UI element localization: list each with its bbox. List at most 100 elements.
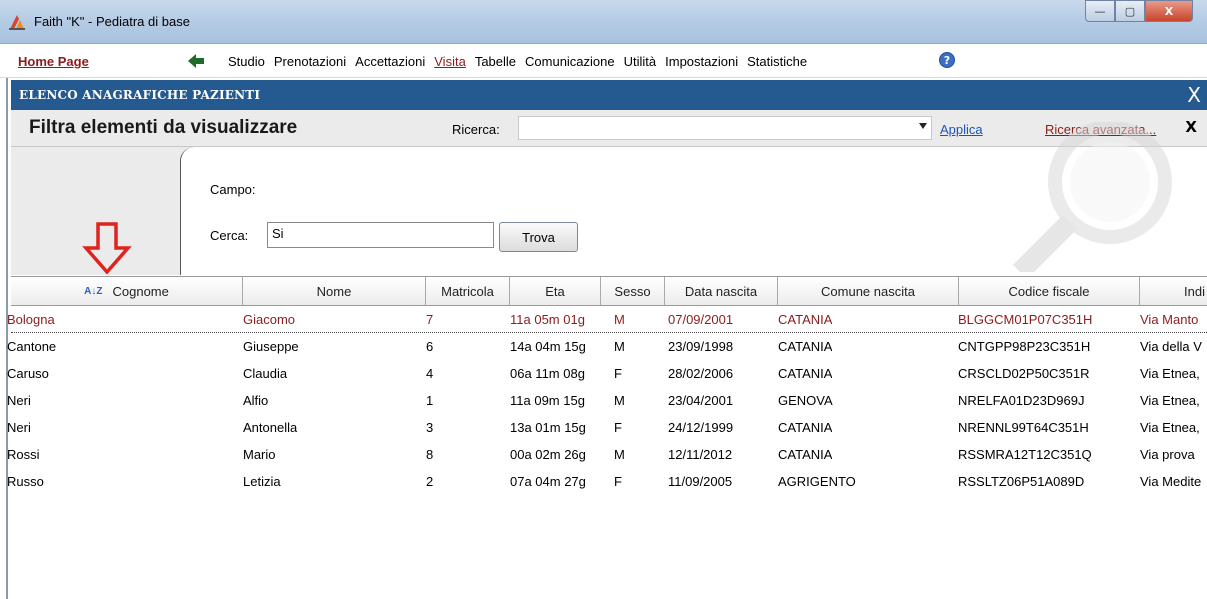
menu-item-tabelle[interactable]: Tabelle (475, 54, 516, 69)
cell-data-nascita: 11/09/2005 (668, 474, 733, 489)
trova-button[interactable]: Trova (499, 222, 578, 252)
cell-matricola: 8 (426, 447, 434, 462)
cerca-label: Cerca: (210, 228, 249, 243)
cell-matricola: 2 (426, 474, 434, 489)
cell-indirizzo: Via Medite (1140, 474, 1202, 489)
cell-indirizzo: Via Etnea, (1140, 420, 1200, 435)
cell-codice-fiscale: CNTGPP98P23C351H (958, 339, 1091, 354)
column-header-cognome[interactable]: A↓Z Cognome (11, 277, 243, 306)
column-header-matricola[interactable]: Matricola (426, 277, 510, 306)
table-header: A↓Z Cognome Nome Matricola Eta Sesso Dat… (11, 276, 1207, 306)
cell-data-nascita: 07/09/2001 (668, 312, 734, 327)
cell-comune-nascita: CATANIA (778, 366, 833, 381)
cell-sesso: M (614, 447, 625, 462)
cell-codice-fiscale: NRELFA01D23D969J (958, 393, 1085, 408)
minimize-button[interactable]: — (1085, 0, 1115, 22)
menu-item-utilita[interactable]: Utilità (624, 54, 657, 69)
cell-cognome: Neri (7, 420, 31, 435)
cell-comune-nascita: CATANIA (778, 420, 833, 435)
column-header-nome[interactable]: Nome (243, 277, 426, 306)
cell-indirizzo: Via della V (1140, 339, 1202, 354)
column-header-data-nascita[interactable]: Data nascita (665, 277, 778, 306)
close-window-button[interactable]: X (1145, 0, 1193, 22)
column-label: Indi (1184, 284, 1205, 299)
cell-sesso: M (614, 393, 625, 408)
window-controls: — ▢ X (1085, 0, 1193, 22)
cell-data-nascita: 24/12/1999 (668, 420, 734, 435)
column-header-codice-fiscale[interactable]: Codice fiscale (959, 277, 1140, 306)
menu-item-prenotazioni[interactable]: Prenotazioni (274, 54, 346, 69)
cell-comune-nascita: CATANIA (778, 312, 833, 327)
column-label: Comune nascita (821, 284, 915, 299)
table-row[interactable]: Neri Alfio 1 11a 09m 15g M 23/04/2001 GENOVA NR… (7, 387, 1207, 414)
menu-item-accettazioni[interactable]: Accettazioni (355, 54, 425, 69)
title-bar: Faith "K" - Pediatra di base — ▢ X (0, 0, 1207, 44)
cerca-input[interactable]: Si (267, 222, 494, 248)
cell-nome: Claudia (243, 366, 288, 381)
cell-nome: Mario (243, 447, 276, 462)
table-row[interactable]: Bologna Giacomo 7 11a 05m 01g M 07/09/2001 CAT… (7, 306, 1207, 333)
cell-nome: Letizia (243, 474, 281, 489)
cell-eta: 00a 02m 26g (510, 447, 586, 462)
column-label: Matricola (441, 284, 494, 299)
app-icon (9, 15, 25, 30)
cell-eta: 14a 04m 15g (510, 339, 586, 354)
sort-az-icon[interactable]: A↓Z (84, 287, 102, 297)
menu-bar: Home Page Studio Prenotazioni Accettazio… (0, 44, 1207, 78)
search-dropdown[interactable] (518, 116, 932, 140)
minimize-icon: — (1094, 4, 1106, 18)
cell-indirizzo: Via Etnea, (1140, 393, 1200, 408)
cell-codice-fiscale: RSSMRA12T12C351Q (958, 447, 1092, 462)
menu-item-statistiche[interactable]: Statistiche (747, 54, 807, 69)
maximize-button[interactable]: ▢ (1115, 0, 1145, 22)
cell-matricola: 4 (426, 366, 434, 381)
cell-cognome: Caruso (7, 366, 49, 381)
main-menu: Studio Prenotazioni Accettazioni Visita … (228, 54, 816, 69)
cell-data-nascita: 12/11/2012 (668, 447, 733, 462)
cell-matricola: 3 (426, 420, 434, 435)
cell-matricola: 1 (426, 393, 434, 408)
column-header-comune-nascita[interactable]: Comune nascita (778, 277, 959, 306)
table-row[interactable]: Rossi Mario 8 00a 02m 26g M 12/11/2012 CATANIA… (7, 441, 1207, 468)
menu-item-studio[interactable]: Studio (228, 54, 265, 69)
cell-sesso: F (614, 474, 622, 489)
cell-codice-fiscale: RSSLTZ06P51A089D (958, 474, 1085, 489)
column-header-sesso[interactable]: Sesso (601, 277, 665, 306)
table-row[interactable]: Caruso Claudia 4 06a 11m 08g F 28/02/2006 CATA… (7, 360, 1207, 387)
table-row[interactable]: Russo Letizia 2 07a 04m 27g F 11/09/2005 AGRIG… (7, 468, 1207, 495)
cell-nome: Alfio (243, 393, 269, 408)
cell-matricola: 7 (426, 312, 434, 327)
column-label: Cognome (112, 284, 169, 299)
cell-indirizzo: Via prova (1140, 447, 1195, 462)
cell-indirizzo: Via Etnea, (1140, 366, 1200, 381)
table-row[interactable]: Neri Antonella 3 13a 01m 15g F 24/12/1999 CATA… (7, 414, 1207, 441)
cell-eta: 06a 11m 08g (510, 366, 585, 381)
maximize-icon: ▢ (1124, 4, 1136, 18)
menu-item-comunicazione[interactable]: Comunicazione (525, 54, 615, 69)
home-page-link[interactable]: Home Page (18, 54, 89, 69)
column-label: Nome (316, 284, 352, 299)
apply-link[interactable]: Applica (940, 122, 983, 137)
column-header-indirizzo[interactable]: Indi (1140, 277, 1207, 306)
panel-close-button[interactable]: X (1187, 83, 1201, 107)
cell-nome: Giacomo (243, 312, 296, 327)
panel-header: ELENCO ANAGRAFICHE PAZIENTI X (11, 80, 1207, 110)
cell-data-nascita: 23/09/1998 (668, 339, 734, 354)
menu-item-impostazioni[interactable]: Impostazioni (665, 54, 738, 69)
table-row[interactable]: Cantone Giuseppe 6 14a 04m 15g M 23/09/1998 CA… (7, 333, 1207, 360)
column-header-eta[interactable]: Eta (510, 277, 601, 306)
filter-title: Filtra elementi da visualizzare (29, 117, 298, 138)
help-icon[interactable]: ? (939, 52, 955, 68)
cell-codice-fiscale: BLGGCM01P07C351H (958, 312, 1093, 327)
cell-cognome: Bologna (7, 312, 55, 327)
cell-cognome: Neri (7, 393, 31, 408)
cell-nome: Giuseppe (243, 339, 299, 354)
menu-item-visita[interactable]: Visita (434, 54, 466, 69)
chevron-down-icon[interactable] (919, 123, 927, 129)
cell-sesso: M (614, 339, 625, 354)
cell-matricola: 6 (426, 339, 434, 354)
cell-sesso: F (614, 366, 622, 381)
cell-eta: 11a 09m 15g (510, 393, 585, 408)
cell-comune-nascita: CATANIA (778, 339, 833, 354)
back-arrow-icon[interactable] (188, 54, 204, 68)
